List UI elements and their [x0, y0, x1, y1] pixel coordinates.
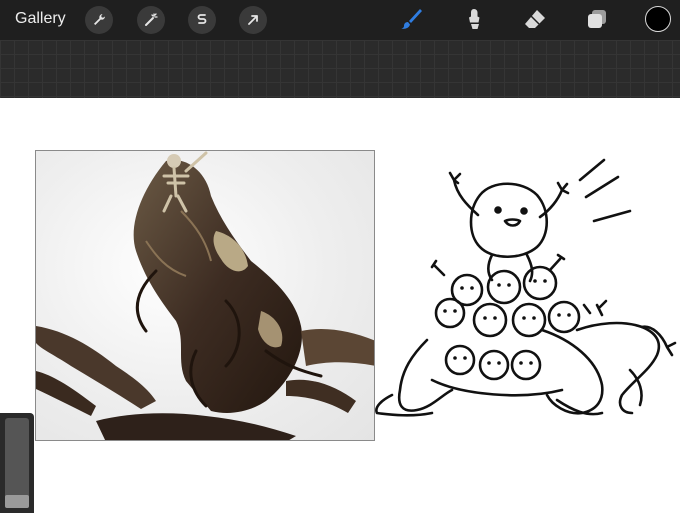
- sketch-lines: [375, 158, 677, 417]
- reference-image[interactable]: [35, 150, 375, 441]
- layers-icon[interactable]: [584, 6, 610, 32]
- canvas-backdrop: [0, 40, 680, 98]
- brush-icon[interactable]: [398, 6, 424, 32]
- top-toolbar: Gallery: [0, 0, 680, 40]
- transform-arrow-icon[interactable]: [239, 6, 267, 34]
- smudge-icon[interactable]: [460, 6, 486, 32]
- sketch-drawing[interactable]: [372, 155, 677, 430]
- wrench-icon[interactable]: [85, 6, 113, 34]
- color-picker-button[interactable]: [645, 6, 671, 32]
- eraser-icon[interactable]: [522, 6, 548, 32]
- selection-s-icon[interactable]: [188, 6, 216, 34]
- gallery-button[interactable]: Gallery: [15, 10, 66, 28]
- reference-creature-illustration: [36, 151, 374, 440]
- brush-size-sidebar: [0, 413, 34, 513]
- magic-wand-icon[interactable]: [137, 6, 165, 34]
- brush-size-slider-thumb[interactable]: [5, 495, 29, 508]
